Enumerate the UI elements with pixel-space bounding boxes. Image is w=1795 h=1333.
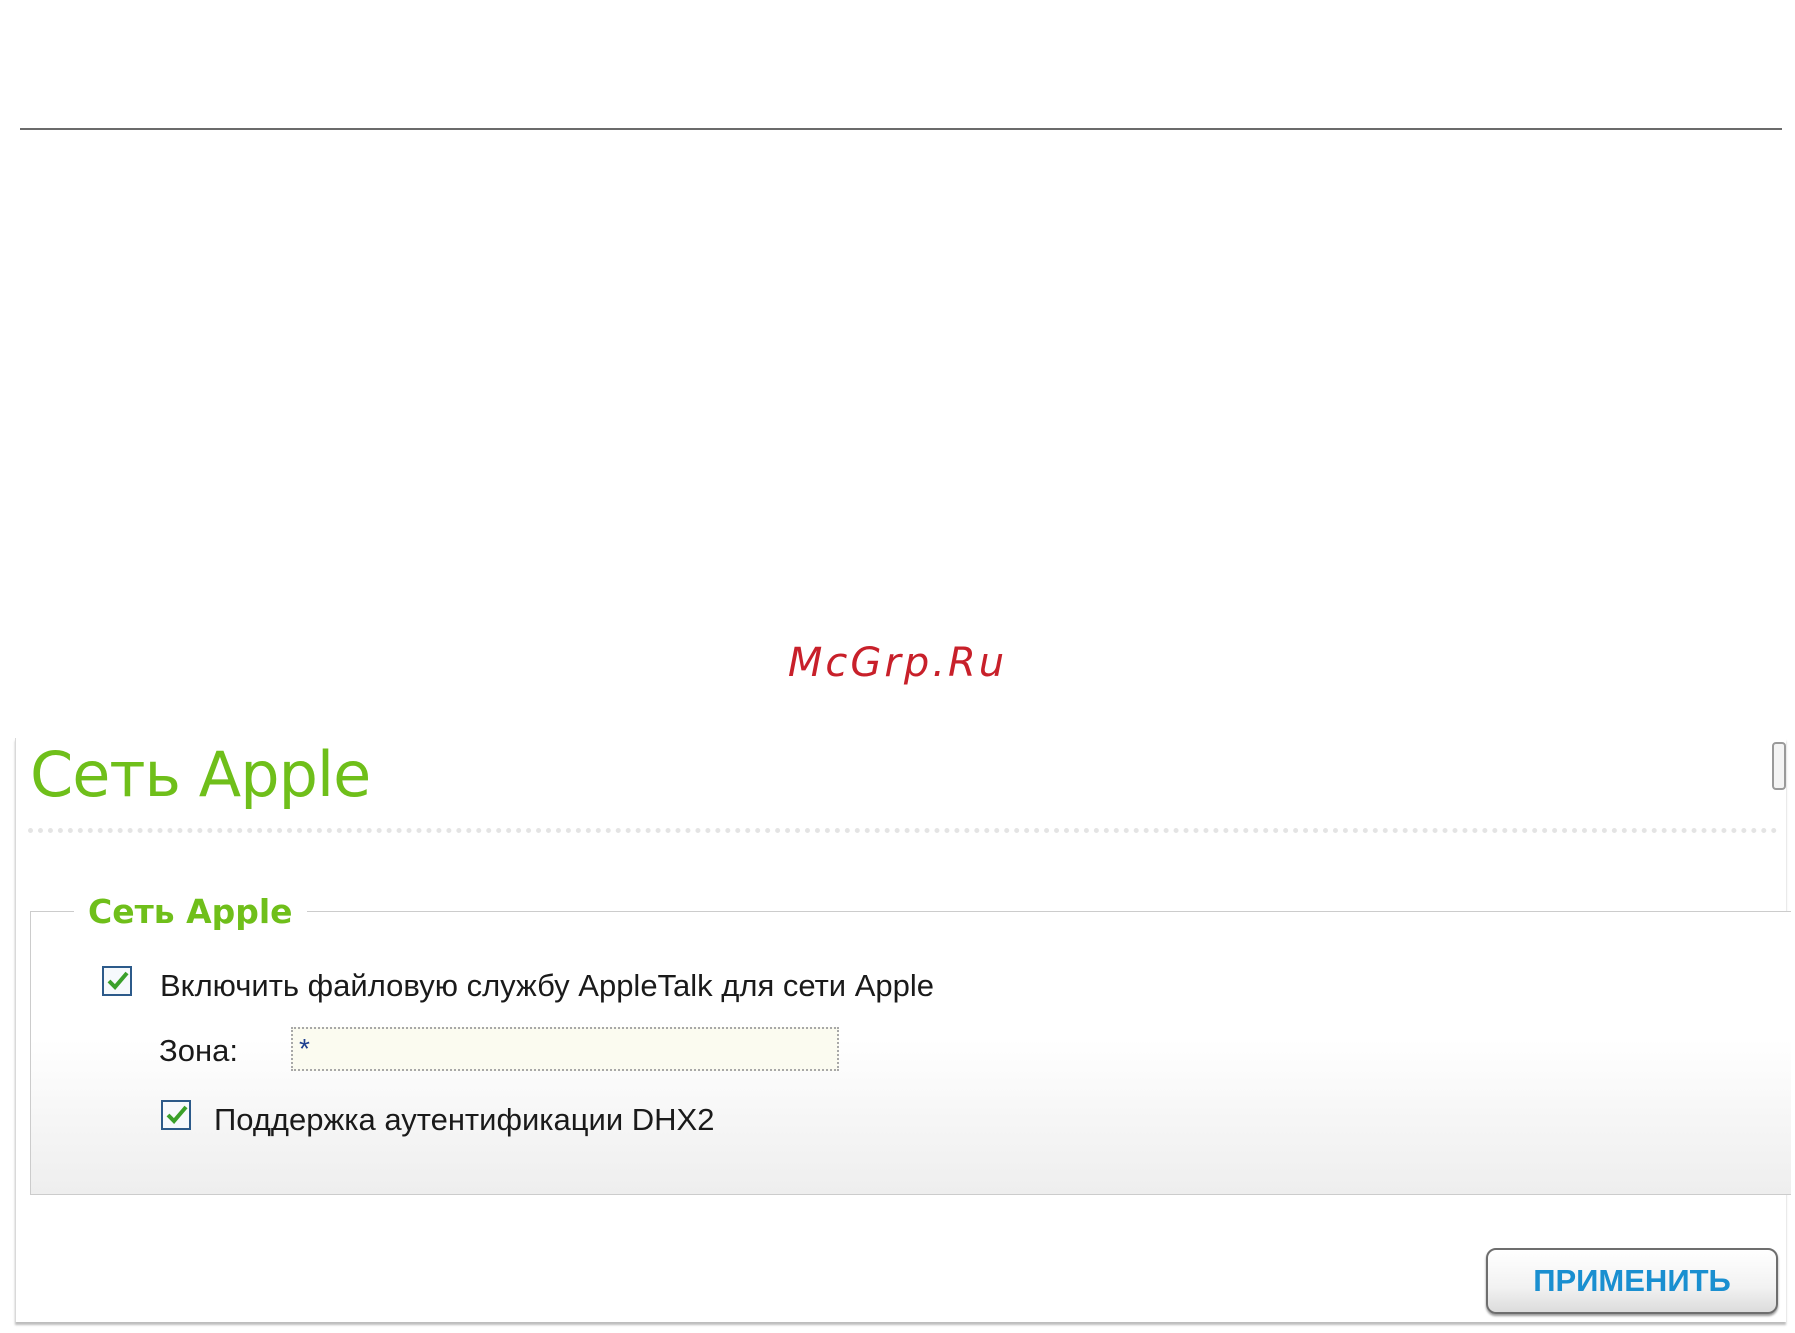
fieldset-legend: Сеть Apple [74,892,307,931]
dhx2-checkbox[interactable] [161,1100,191,1130]
enable-appletalk-label: Включить файловую службу AppleTalk для с… [160,968,935,1003]
dhx2-label: Поддержка аутентификации DHX2 [214,1102,715,1137]
title-divider [28,828,1778,833]
top-divider [20,128,1782,130]
apply-button[interactable]: ПРИМЕНИТЬ [1486,1248,1778,1314]
zone-input[interactable] [291,1027,839,1071]
page-title: Сеть Apple [30,738,371,811]
check-icon [166,1105,188,1124]
enable-appletalk-checkbox[interactable] [102,966,132,996]
scrollbar-thumb[interactable] [1772,742,1786,790]
zone-label: Зона: [159,1033,238,1068]
watermark: McGrp.Ru [787,640,1008,686]
check-icon [107,971,129,990]
apple-network-panel: Сеть Apple Сеть Apple Включить файловую … [15,738,1791,1322]
